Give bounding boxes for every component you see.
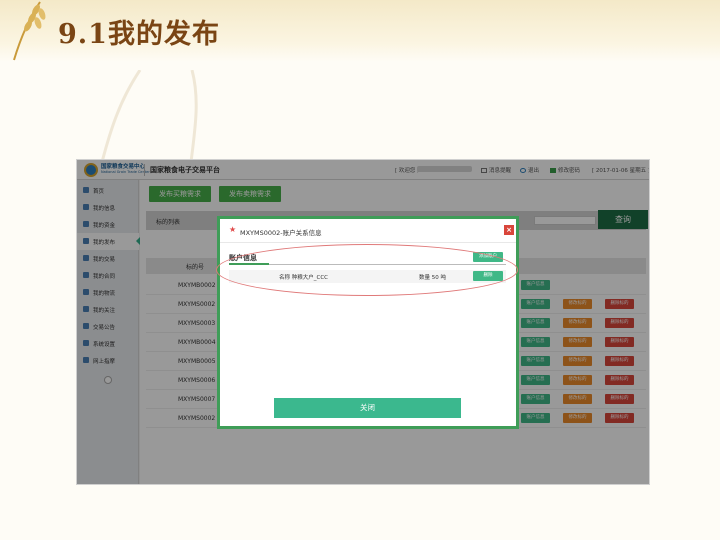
wheat-decoration-icon — [13, 1, 46, 61]
wheat-background-decoration — [98, 70, 198, 170]
close-icon[interactable]: × — [504, 225, 514, 235]
dialog-title: MXYMS0002-账户关系信息 — [240, 229, 322, 237]
annotation-highlight-ellipse — [216, 244, 518, 296]
app-window: 国家粮食交易中心 National Grain Trade Center 国家粮… — [76, 159, 650, 485]
close-dialog-button[interactable]: 关闭 — [274, 398, 461, 418]
slide-title: 9.1我的发布 — [58, 19, 220, 50]
dialog-header: ★ MXYMS0002-账户关系信息 × — [220, 219, 516, 243]
slide: 9.1我的发布 国家粮食交易中心 National Grain Trade Ce… — [0, 0, 720, 540]
star-icon: ★ — [229, 225, 237, 234]
slide-header: 9.1我的发布 — [0, 0, 720, 62]
